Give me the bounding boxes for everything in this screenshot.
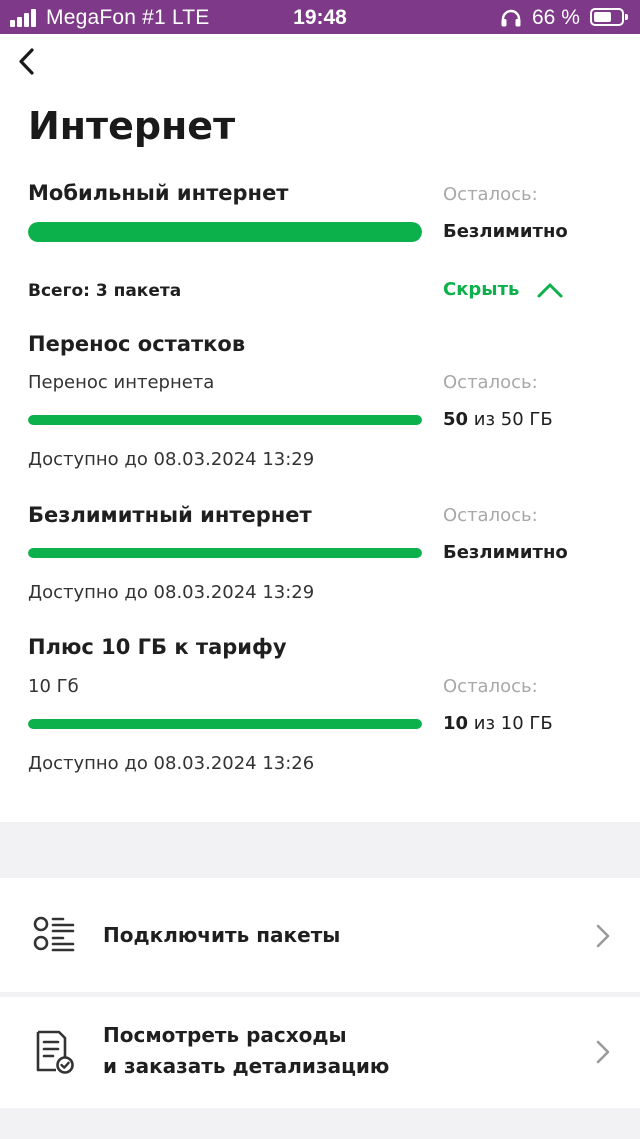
remaining-label: Осталось: [443, 372, 538, 393]
available-until: Доступно до 08.03.2024 13:29 [28, 449, 315, 470]
battery-percentage: 66 % [532, 6, 580, 29]
package-progress-bar [28, 415, 422, 425]
remaining-amount: 50 [443, 409, 469, 430]
hide-packages-button[interactable]: Скрыть [443, 279, 563, 300]
chevron-right-icon [596, 924, 610, 948]
remaining-value: Безлимитно [443, 542, 568, 563]
expenses-label-line2: и заказать детализацию [103, 1054, 390, 1078]
section-divider [0, 822, 640, 878]
remaining-label: Осталось: [443, 505, 538, 526]
package-subtitle: Перенос интернета [28, 372, 215, 393]
connect-packages-label: Подключить пакеты [103, 923, 341, 947]
available-until: Доступно до 08.03.2024 13:29 [28, 582, 315, 603]
mobile-internet-title: Мобильный интернет [28, 181, 289, 205]
expenses-detail-row[interactable]: Посмотреть расходы и заказать детализаци… [0, 997, 640, 1108]
battery-icon [590, 8, 628, 26]
packages-total: Всего: 3 пакета [28, 281, 182, 301]
remaining-value: 50 из 50 ГБ [443, 409, 553, 430]
expenses-label-line1: Посмотреть расходы [103, 1023, 347, 1047]
bottom-spacer [0, 1108, 640, 1139]
remaining-label: Осталось: [443, 676, 538, 697]
remaining-label: Осталось: [443, 184, 538, 205]
headphones-icon [501, 9, 521, 27]
page-title: Интернет [28, 104, 236, 148]
package-subtitle: 10 Гб [28, 676, 79, 697]
remaining-value: Безлимитно [443, 221, 568, 242]
remaining-total: из 10 ГБ [468, 713, 553, 734]
hide-label: Скрыть [443, 279, 520, 300]
package-title: Безлимитный интернет [28, 503, 312, 527]
back-arrow-icon[interactable] [10, 44, 46, 80]
mobile-internet-progress-bar [28, 222, 422, 242]
expenses-label: Посмотреть расходы и заказать детализаци… [103, 1020, 389, 1082]
remaining-total: из 50 ГБ [468, 409, 553, 430]
chevron-up-icon [537, 283, 563, 297]
status-bar: MegaFon #1 LTE 19:48 66 % [0, 0, 640, 34]
remaining-amount: 10 [443, 713, 469, 734]
list-options-icon [33, 916, 75, 952]
package-progress-bar [28, 548, 422, 558]
package-title: Перенос остатков [28, 332, 246, 356]
document-check-icon [36, 1030, 74, 1074]
package-progress-bar [28, 719, 422, 729]
chevron-right-icon [596, 1040, 610, 1064]
available-until: Доступно до 08.03.2024 13:26 [28, 753, 315, 774]
remaining-value: 10 из 10 ГБ [443, 713, 553, 734]
connect-packages-row[interactable]: Подключить пакеты [0, 878, 640, 992]
package-title: Плюс 10 ГБ к тарифу [28, 635, 287, 659]
